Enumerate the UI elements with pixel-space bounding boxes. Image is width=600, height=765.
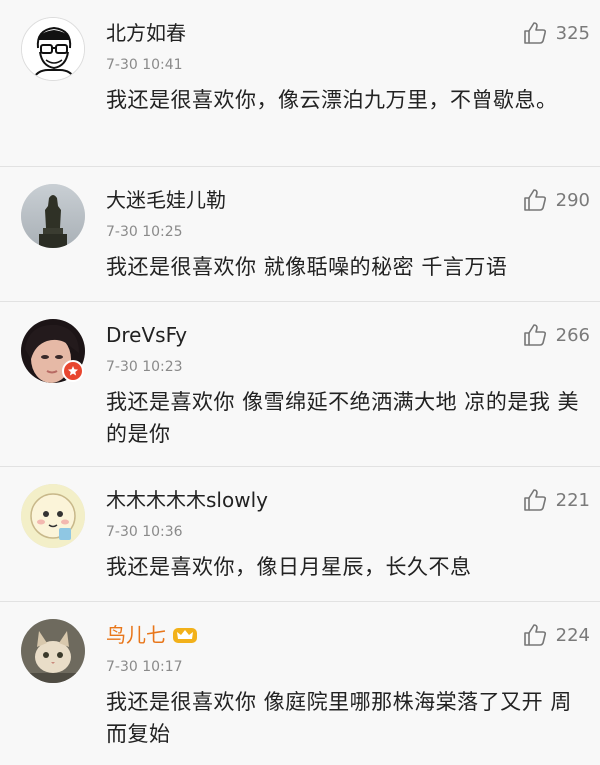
glasses-man-sketch-icon <box>22 18 84 80</box>
like-button[interactable]: 290 <box>522 187 590 213</box>
comment-text: 我还是很喜欢你，像云漂泊九万里，不曾歇息。 <box>106 88 558 112</box>
like-count: 266 <box>555 324 590 346</box>
comment-time: 7-30 10:25 <box>106 224 183 240</box>
thumbs-up-icon <box>523 324 546 346</box>
user-avatar[interactable] <box>21 17 85 81</box>
like-button[interactable]: 325 <box>522 20 590 46</box>
comment-item: DreVsFy 7-30 10:23 266 我还是喜欢你 像雪绵延不绝洒满大地… <box>0 302 600 467</box>
username[interactable]: 鸟儿七 <box>106 622 198 648</box>
verified-badge-icon <box>62 360 84 382</box>
vip-crown-icon <box>173 628 197 643</box>
comment-text: 我还是喜欢你，像日月星辰，长久不息 <box>106 555 472 579</box>
like-count: 290 <box>555 189 590 211</box>
thumbs-up-icon <box>523 624 546 646</box>
username[interactable]: 大迷毛娃儿勒 <box>106 187 226 213</box>
cartoon-face-icon <box>21 484 85 548</box>
like-button[interactable]: 221 <box>522 487 590 513</box>
cat-photo-icon <box>21 619 85 683</box>
like-count: 224 <box>555 624 590 646</box>
username-text: 北方如春 <box>106 21 186 45</box>
statue-icon <box>21 184 85 248</box>
user-avatar[interactable] <box>21 184 85 248</box>
comment-text: 我还是喜欢你 像雪绵延不绝洒满大地 凉的是我 美的是你 <box>106 390 580 446</box>
thumbs-up-icon <box>523 189 546 211</box>
user-avatar[interactable] <box>21 619 85 683</box>
comment-time: 7-30 10:41 <box>106 57 183 73</box>
comment-time: 7-30 10:36 <box>106 524 183 540</box>
user-avatar[interactable] <box>21 484 85 548</box>
comment-item: 北方如春 7-30 10:41 325 我还是很喜欢你，像云漂泊九万里，不曾歇息… <box>0 0 600 167</box>
username[interactable]: DreVsFy <box>106 322 187 348</box>
comment-item: 鸟儿七 7-30 10:17 224 我还是很喜欢你 像庭院里哪那株海棠落了又开… <box>0 602 600 765</box>
thumbs-up-icon <box>523 22 546 44</box>
like-count: 221 <box>555 489 590 511</box>
like-count: 325 <box>555 22 590 44</box>
username-text: 鸟儿七 <box>106 623 166 647</box>
like-button[interactable]: 266 <box>522 322 590 348</box>
comment-feed: 北方如春 7-30 10:41 325 我还是很喜欢你，像云漂泊九万里，不曾歇息… <box>0 0 600 765</box>
username[interactable]: 北方如春 <box>106 20 186 46</box>
comment-time: 7-30 10:17 <box>106 659 183 675</box>
comment-item: 大迷毛娃儿勒 7-30 10:25 290 我还是很喜欢你 就像聒噪的秘密 千言… <box>0 167 600 302</box>
comment-text: 我还是很喜欢你 就像聒噪的秘密 千言万语 <box>106 255 508 279</box>
comment-item: 木木木木木slowly 7-30 10:36 221 我还是喜欢你，像日月星辰，… <box>0 467 600 602</box>
username-text: 大迷毛娃儿勒 <box>106 188 226 212</box>
username[interactable]: 木木木木木slowly <box>106 487 268 513</box>
username-text: DreVsFy <box>106 323 188 347</box>
username-text: 木木木木木slowly <box>106 488 268 512</box>
comment-time: 7-30 10:23 <box>106 359 183 375</box>
thumbs-up-icon <box>523 489 546 511</box>
comment-text: 我还是很喜欢你 像庭院里哪那株海棠落了又开 周而复始 <box>106 690 572 746</box>
like-button[interactable]: 224 <box>522 622 590 648</box>
